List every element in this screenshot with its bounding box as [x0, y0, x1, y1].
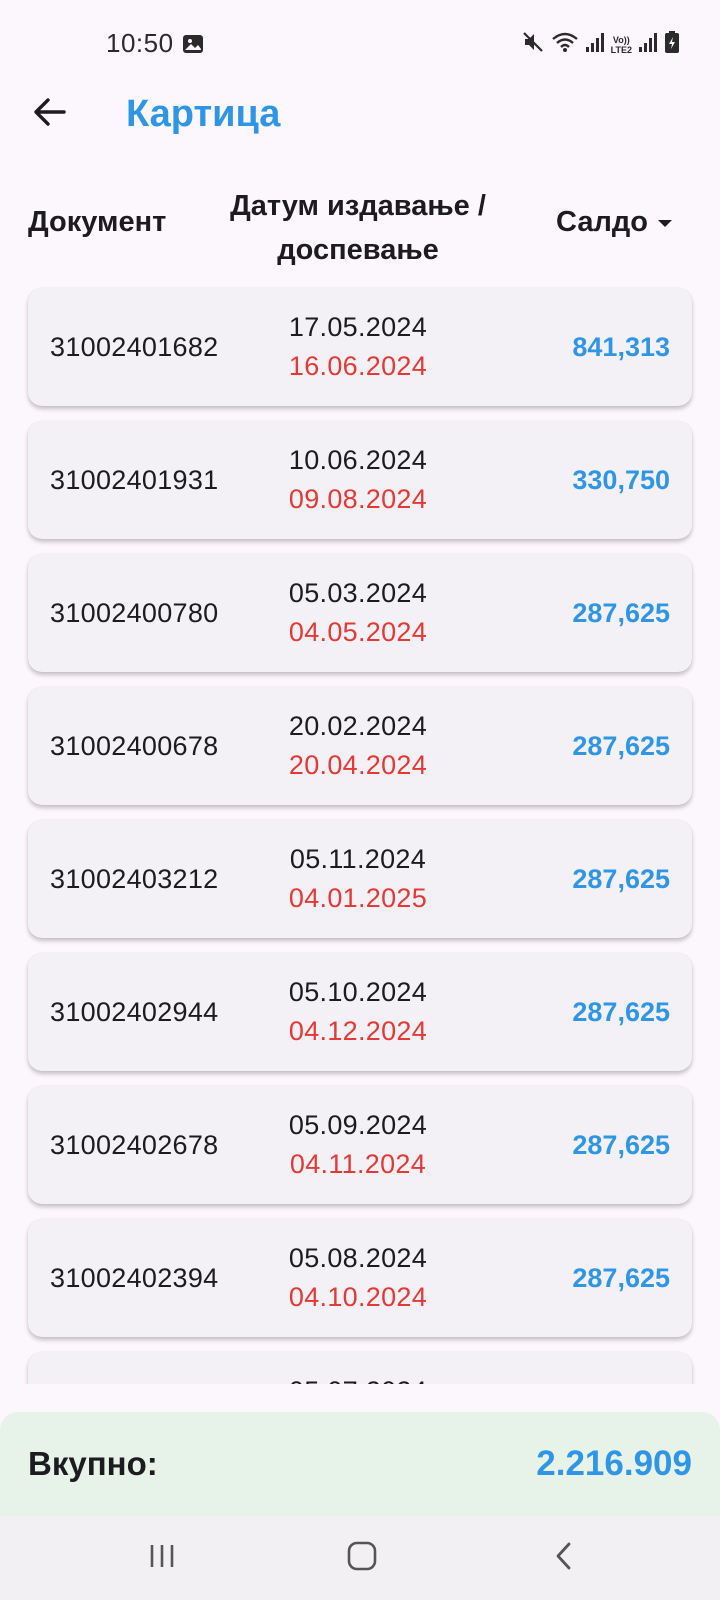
screen: 10:50 Vo)) LTE2 Картица Документ Датум и…: [0, 0, 720, 1600]
system-nav-bar: [0, 1516, 720, 1600]
app-bar: Картица: [0, 88, 720, 148]
item-document: 31002400780: [50, 598, 219, 628]
item-document: 31002400678: [50, 731, 219, 761]
total-bar: Вкупно: 2.216.909: [0, 1412, 720, 1516]
sort-dropdown-icon: [658, 220, 672, 227]
item-balance: 287,625: [572, 864, 670, 894]
list-item[interactable]: 31002402678 05.09.2024 04.11.2024 287,62…: [28, 1086, 692, 1204]
column-headers: Документ Датум издавање / доспевање Салд…: [28, 180, 692, 270]
item-dates: 10.06.2024 09.08.2024: [208, 441, 508, 519]
item-issue-date: 05.09.2024: [288, 1110, 428, 1140]
item-dates: 20.02.2024 20.04.2024: [208, 707, 508, 785]
mute-icon: [521, 30, 545, 59]
item-dates: 05.11.2024 04.01.2025: [208, 840, 508, 918]
header-date-line2: доспевање: [277, 234, 439, 266]
item-dates: 05.09.2024 04.11.2024: [208, 1106, 508, 1184]
item-balance: 841,313: [572, 332, 670, 362]
list-item[interactable]: 31002403212 05.11.2024 04.01.2025 287,62…: [28, 820, 692, 938]
list-item[interactable]: 31002402944 05.10.2024 04.12.2024 287,62…: [28, 953, 692, 1071]
item-dates: 17.05.2024 16.06.2024: [208, 308, 508, 386]
item-issue-date: 05.11.2024: [289, 844, 427, 874]
item-due-date: 16.06.2024: [288, 351, 428, 381]
item-due-date: 04.05.2024: [288, 617, 428, 647]
page-title: Картица: [126, 93, 281, 135]
item-document: 31002401931: [50, 465, 219, 495]
item-balance: 287,625: [572, 1130, 670, 1160]
item-document: 31002402678: [50, 1130, 219, 1160]
header-date: Датум издавање / доспевање: [208, 184, 508, 272]
volte-lte-icon: Vo)) LTE2: [611, 35, 632, 55]
arrow-left-icon: [33, 97, 67, 132]
signal-icon-1: [585, 31, 605, 58]
battery-icon: [664, 30, 680, 59]
status-icons: Vo)) LTE2: [521, 30, 680, 59]
list-item[interactable]: 31002400780 05.03.2024 04.05.2024 287,62…: [28, 554, 692, 672]
item-dates: 05.08.2024 04.10.2024: [208, 1239, 508, 1317]
item-due-date: 04.10.2024: [288, 1282, 428, 1312]
list-item[interactable]: 31002402394 05.08.2024 04.10.2024 287,62…: [28, 1219, 692, 1337]
lte-label: LTE2: [610, 44, 632, 55]
item-balance: 287,625: [572, 731, 670, 761]
item-document: 31002401682: [50, 332, 219, 362]
item-balance: 330,750: [572, 465, 670, 495]
item-issue-date: 10.06.2024: [288, 445, 428, 475]
home-button[interactable]: [332, 1534, 392, 1582]
item-dates: 05.07.2024: [208, 1372, 508, 1384]
document-list[interactable]: 31002401682 17.05.2024 16.06.2024 841,31…: [0, 286, 720, 1384]
status-time: 10:50: [106, 28, 174, 58]
list-item[interactable]: 05.07.2024: [28, 1352, 692, 1384]
home-icon: [346, 1540, 378, 1577]
header-date-line1: Датум издавање /: [230, 190, 486, 222]
item-issue-date: 05.07.2024: [208, 1372, 508, 1384]
item-balance: 287,625: [572, 997, 670, 1027]
item-due-date: 04.12.2024: [288, 1016, 428, 1046]
item-issue-date: 20.02.2024: [288, 711, 428, 741]
list-item[interactable]: 31002401682 17.05.2024 16.06.2024 841,31…: [28, 288, 692, 406]
total-label: Вкупно:: [28, 1445, 158, 1482]
wifi-icon: [551, 30, 579, 59]
header-document: Документ: [28, 206, 167, 238]
back-button[interactable]: [26, 90, 74, 138]
list-item[interactable]: 31002401931 10.06.2024 09.08.2024 330,75…: [28, 421, 692, 539]
status-bar: 10:50 Vo)) LTE2: [0, 0, 720, 88]
item-balance: 287,625: [572, 598, 670, 628]
item-due-date: 20.04.2024: [288, 750, 428, 780]
volte-label: Vo)): [612, 34, 630, 45]
header-balance: Салдо: [556, 206, 648, 238]
item-issue-date: 05.03.2024: [288, 578, 428, 608]
item-issue-date: 17.05.2024: [288, 312, 428, 342]
recent-apps-icon: [147, 1542, 177, 1575]
item-due-date: 09.08.2024: [288, 484, 428, 514]
total-value: 2.216.909: [536, 1444, 692, 1483]
sort-by-balance-button[interactable]: Салдо: [556, 206, 672, 239]
item-dates: 05.10.2024 04.12.2024: [208, 973, 508, 1051]
item-document: 31002402394: [50, 1263, 219, 1293]
recent-apps-button[interactable]: [132, 1534, 192, 1582]
item-document: 31002403212: [50, 864, 219, 894]
item-due-date: 04.11.2024: [289, 1149, 427, 1179]
system-back-button[interactable]: [534, 1534, 594, 1582]
item-due-date: 04.01.2025: [288, 883, 428, 913]
list-item[interactable]: 31002400678 20.02.2024 20.04.2024 287,62…: [28, 687, 692, 805]
item-document: 31002402944: [50, 997, 219, 1027]
item-balance: 287,625: [572, 1263, 670, 1293]
item-dates: 05.03.2024 04.05.2024: [208, 574, 508, 652]
gallery-notification-icon: [182, 34, 204, 54]
item-issue-date: 05.08.2024: [288, 1243, 428, 1273]
item-issue-date: 05.10.2024: [288, 977, 428, 1007]
signal-icon-2: [638, 31, 658, 58]
chevron-left-icon: [553, 1540, 575, 1577]
